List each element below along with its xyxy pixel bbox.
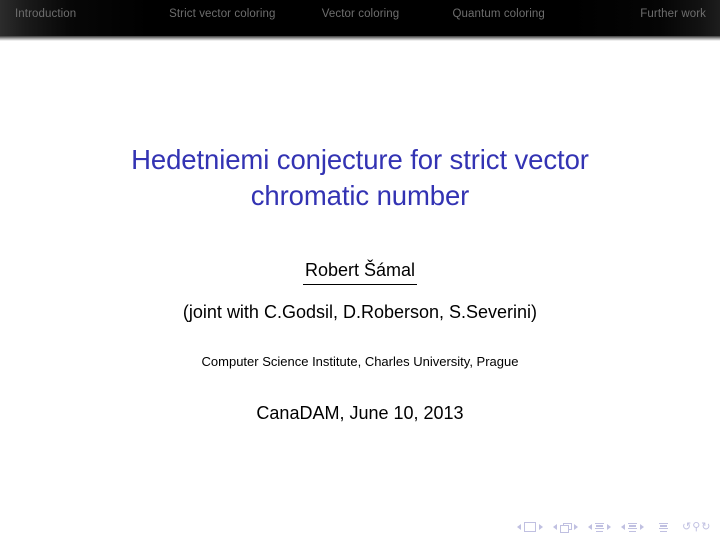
headline-bar-fade — [0, 36, 720, 41]
nav-section-label: Further work — [640, 8, 707, 20]
search-icon[interactable]: ⚲ — [692, 521, 700, 533]
slide-icon[interactable] — [524, 522, 536, 532]
beamer-navigation-symbols: ↺ ⚲ ↻ — [516, 519, 712, 535]
nav-section-label: Strict vector coloring — [169, 8, 276, 20]
author-name-row: Robert Šámal — [0, 258, 720, 285]
next-slide-arrow-icon[interactable] — [538, 522, 545, 532]
previous-subsection-arrow-icon[interactable] — [587, 522, 594, 532]
headline-navigation-bar: Introduction Strict vector coloring Vect… — [0, 0, 720, 41]
next-frame-arrow-icon[interactable] — [573, 522, 580, 532]
frame-icon[interactable] — [560, 522, 572, 533]
institute: Computer Science Institute, Charles Univ… — [201, 354, 519, 369]
slide-navigation-group — [516, 522, 545, 532]
nav-section-label: Quantum coloring — [452, 8, 545, 20]
presentation-navigation-group — [658, 522, 670, 533]
frame-navigation-group — [552, 522, 580, 533]
next-subsection-arrow-icon[interactable] — [606, 522, 613, 532]
nav-section-further-work[interactable]: Further work — [568, 0, 720, 28]
section-navigation-group — [620, 522, 646, 533]
title-line-2: chromatic number — [250, 180, 470, 211]
section-icon[interactable] — [628, 522, 637, 533]
history-navigation-group: ↺ ⚲ ↻ — [682, 521, 712, 533]
nav-section-vector-coloring[interactable]: Vector coloring — [291, 0, 429, 28]
forward-icon[interactable]: ↻ — [701, 521, 710, 533]
subsection-icon[interactable] — [595, 522, 604, 533]
presentation-icon[interactable] — [659, 522, 668, 533]
nav-section-label: Vector coloring — [321, 8, 400, 20]
author-block: Robert Šámal (joint with C.Godsil, D.Rob… — [0, 258, 720, 324]
title-line-1: Hedetniemi conjecture for strict vector — [131, 144, 589, 175]
slide-title: Hedetniemi conjecture for strict vector … — [0, 142, 720, 214]
nav-section-quantum-coloring[interactable]: Quantum coloring — [430, 0, 568, 28]
joint-authors: (joint with C.Godsil, D.Roberson, S.Seve… — [182, 302, 538, 322]
next-section-arrow-icon[interactable] — [639, 522, 646, 532]
back-icon[interactable]: ↺ — [682, 521, 691, 533]
nav-section-strict-vector-coloring[interactable]: Strict vector coloring — [153, 0, 291, 28]
nav-section-introduction[interactable]: Introduction — [0, 0, 153, 28]
headline-section-list: Introduction Strict vector coloring Vect… — [0, 0, 720, 28]
nav-section-label: Introduction — [15, 8, 77, 20]
author-name: Robert Šámal — [302, 258, 418, 285]
subsection-navigation-group — [587, 522, 613, 533]
previous-slide-arrow-icon[interactable] — [516, 522, 523, 532]
presentation-date: CanaDAM, June 10, 2013 — [256, 403, 464, 423]
previous-frame-arrow-icon[interactable] — [552, 522, 559, 532]
previous-section-arrow-icon[interactable] — [620, 522, 627, 532]
